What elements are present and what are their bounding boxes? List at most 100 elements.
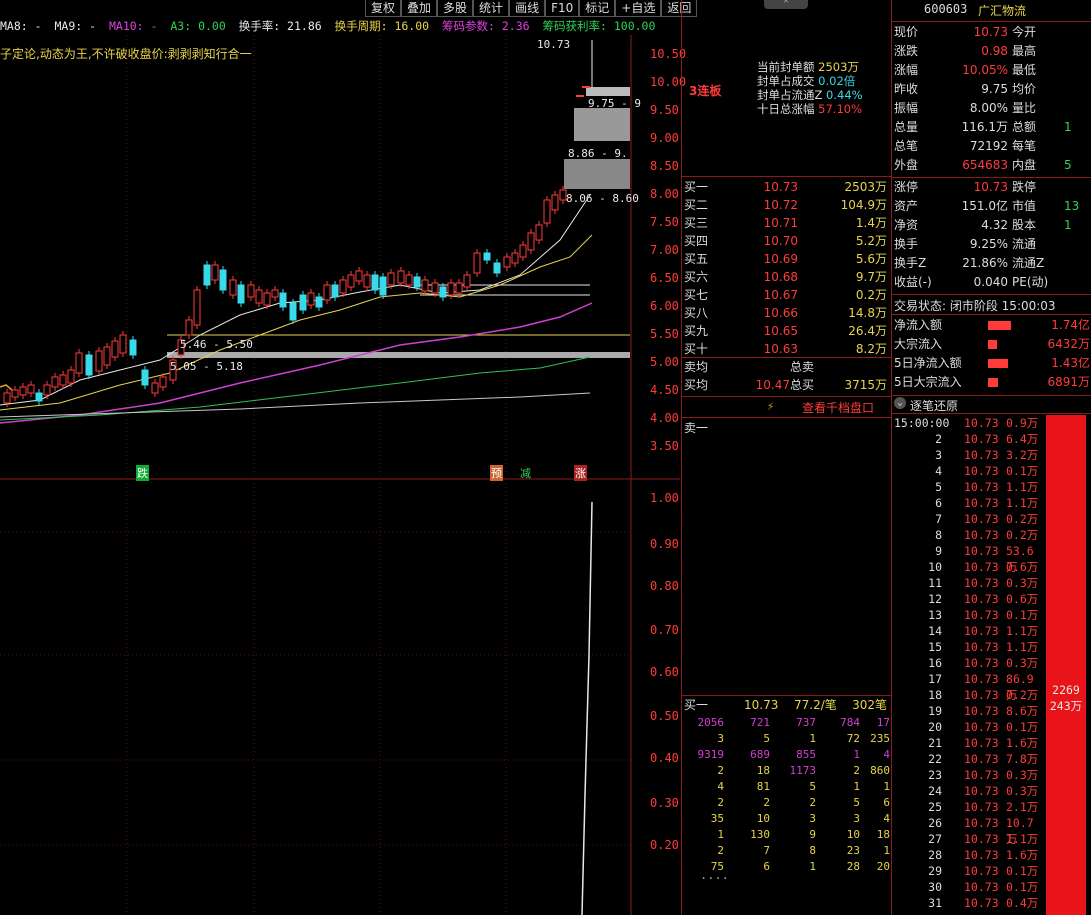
queue-cell: 1 <box>883 780 890 793</box>
candle-body <box>271 289 279 298</box>
bid-row: 买九 10.65 26.4万 <box>684 322 889 340</box>
tick-time: 19 <box>928 704 942 718</box>
divider <box>892 294 1091 295</box>
quote-value: 654683 <box>962 158 1008 172</box>
tick-row: 20 10.73 0.1万 <box>894 719 1044 735</box>
toolbar-button-3[interactable]: 统计 <box>473 0 510 17</box>
queue-cell: 9 <box>809 828 816 841</box>
queue-cell: 3 <box>717 732 724 745</box>
tick-row: 19 10.73 8.6万 <box>894 703 1044 719</box>
quote-row: 现价 10.73 今开 <box>894 23 1091 42</box>
quote-value: 9.25% <box>969 237 1008 251</box>
tick-price: 10.73 <box>964 816 999 830</box>
quote-value: 4.32 <box>981 218 1008 232</box>
bid-price: 10.72 <box>763 198 798 212</box>
price-tick: 9.50 <box>650 103 679 117</box>
tick-time: 16 <box>928 656 942 670</box>
tick-amount: 1.1万 <box>1006 496 1039 510</box>
candle-body <box>85 354 93 376</box>
queue-cell: 5 <box>763 732 770 745</box>
toolbar-button-7[interactable]: +自选 <box>615 0 662 17</box>
toolbar-button-5[interactable]: F10 <box>545 0 580 17</box>
queue-cell: 3 <box>809 812 816 825</box>
queue-row: 3 5 1 72 235 <box>684 731 890 747</box>
quote-label: 外盘 <box>894 158 919 172</box>
queue-row: 9319 689 855 1 4 <box>684 747 891 763</box>
tick-time: 22 <box>928 752 942 766</box>
toolbar-button-6[interactable]: 标记 <box>579 0 616 17</box>
flow-value: 1.43亿 <box>1051 356 1090 370</box>
tick-price: 10.73 <box>964 720 999 734</box>
quote-label-2: 流通 <box>1012 237 1037 251</box>
bid-price: 10.73 <box>763 180 798 194</box>
tick-time: 25 <box>928 800 942 814</box>
divider <box>892 413 1091 414</box>
bid-label: 买八 <box>684 306 709 320</box>
quote-row: 涨幅 10.05% 最低 <box>894 61 1091 80</box>
queue-buy1-count: 302笔 <box>852 698 887 712</box>
collapse-toggle-icon[interactable]: ⌃ <box>764 0 808 9</box>
queue-cell: 5 <box>809 780 816 793</box>
candle-body <box>237 284 245 304</box>
streak-badge: 3连板 <box>689 84 722 98</box>
queue-cell: 2 <box>717 796 724 809</box>
tick-time: 27 <box>928 832 942 846</box>
tick-amount: 0.1万 <box>1006 720 1039 734</box>
toolbar-button-1[interactable]: 叠加 <box>401 0 438 17</box>
quote-value-2: 5 <box>1064 158 1072 172</box>
bid-label: 买九 <box>684 324 709 338</box>
depth-book-button[interactable]: 查看千档盘口 <box>802 399 874 416</box>
toolbar-button-4[interactable]: 画线 <box>509 0 546 17</box>
tick-tab[interactable]: 逐笔还原 <box>910 397 958 414</box>
quote-value: 21.86% <box>962 256 1008 270</box>
toolbar-button-0[interactable]: 复权 <box>365 0 402 17</box>
sub-tick: 0.60 <box>650 665 679 679</box>
candle-body <box>535 224 543 241</box>
queue-cell: 1 <box>809 732 816 745</box>
queue-cell: 6 <box>883 796 890 809</box>
seal-row: 封单占成交 0.02倍 <box>757 74 887 88</box>
tick-amount: 8.6万 <box>1006 704 1039 718</box>
quote-label: 收益(-) <box>894 275 932 289</box>
queue-cell: 4 <box>883 748 890 761</box>
queue-cell: 81 <box>756 780 770 793</box>
tick-price: 10.73 <box>964 480 999 494</box>
bid-volume: 8.2万 <box>855 342 887 356</box>
bid-label: 买四 <box>684 234 709 248</box>
queue-cell: 860 <box>870 764 890 777</box>
flow-value: 1.74亿 <box>1051 318 1090 332</box>
buy-avg-row: 买均 10.47 总买 3715万 <box>684 376 889 394</box>
candle-body <box>11 389 19 398</box>
seal-value: 2503万 <box>818 60 859 74</box>
queue-cell: 8 <box>809 844 816 857</box>
candle-body <box>129 339 137 356</box>
toolbar-button-2[interactable]: 多股 <box>437 0 474 17</box>
flow-bar <box>988 378 998 387</box>
tick-time: 23 <box>928 768 942 782</box>
queue-cell: 18 <box>756 764 770 777</box>
a3-label: A3: 0.00 <box>170 19 226 33</box>
quote-label-2: 均价 <box>1012 82 1037 96</box>
ma10-label: MA10: - <box>108 19 158 33</box>
queue-row: 2 18 1173 2 860 <box>684 763 890 779</box>
quote-value: 8.00% <box>969 101 1008 115</box>
tick-amount: 0.3万 <box>1006 768 1039 782</box>
bid-price: 10.66 <box>763 306 798 320</box>
divider <box>682 176 891 177</box>
tick-row: 27 10.73 1.1万 <box>894 831 1044 847</box>
seal-value: 0.02倍 <box>818 74 856 88</box>
candle-body <box>543 199 551 224</box>
flow-row: 5日净流入额 1.43亿 <box>894 354 1091 373</box>
tick-time: 2 <box>935 432 942 446</box>
candle-body <box>95 350 103 372</box>
tick-amount: 0.1万 <box>1006 864 1039 878</box>
signal-die: 跌 <box>136 465 149 481</box>
ma9-label: MA9: - <box>54 19 97 33</box>
tick-time: 6 <box>935 496 942 510</box>
quote-label-2: 总额 <box>1012 120 1037 134</box>
price-tick: 7.00 <box>650 243 679 257</box>
flow-bar <box>988 321 1011 330</box>
flow-value: 6891万 <box>1047 375 1090 389</box>
chevron-down-icon[interactable]: ⌄ <box>894 397 906 409</box>
quote-value-2: 1 <box>1064 120 1072 134</box>
